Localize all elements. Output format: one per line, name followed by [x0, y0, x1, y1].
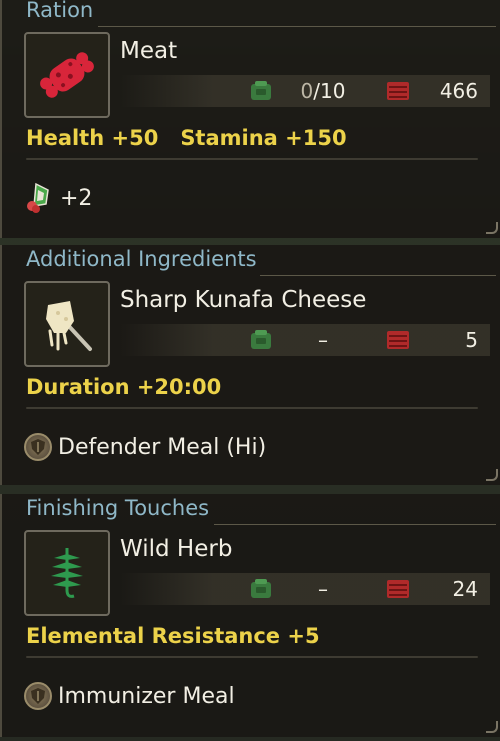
pouch-icon [251, 330, 271, 349]
meat-icon [40, 52, 94, 98]
qty-separator: / [313, 79, 321, 103]
pouch-icon [251, 579, 271, 598]
herb-icon [51, 548, 83, 598]
effect-duration: Duration +20:00 [26, 375, 222, 399]
pouch-icon [251, 81, 271, 100]
item-box-icon [387, 580, 409, 598]
item-icon-frame[interactable] [24, 530, 110, 616]
item-icon-frame[interactable] [24, 32, 110, 118]
item-stat-row: – 24 [120, 573, 490, 605]
cheese-icon [46, 301, 92, 351]
item-box-icon [387, 82, 409, 100]
effect-divider [26, 407, 478, 409]
skill-row: Immunizer Meal [24, 680, 235, 712]
box-stock-count: 24 [452, 577, 478, 601]
item-stat-row: 0/10 466 [120, 75, 490, 107]
bonus-row: +2 [24, 182, 92, 214]
ration-section: Ration Meat 0/10 466 Health +50 Stamina … [0, 0, 500, 238]
shield-icon [24, 682, 52, 710]
box-stock-count: 466 [439, 79, 478, 103]
section-divider [214, 524, 496, 525]
additional-ingredients-section: Additional Ingredients Sharp Kunafa Chee… [0, 245, 500, 485]
effect-list: Health +50 Stamina +150 [26, 126, 369, 150]
box-stock-count: 5 [465, 328, 478, 352]
section-title: Finishing Touches [26, 496, 210, 520]
pouch-quantity: – [318, 577, 328, 601]
item-name: Wild Herb [120, 536, 233, 562]
section-divider [260, 275, 496, 276]
item-box-icon [387, 331, 409, 349]
qty-current: 0 [300, 79, 314, 103]
section-title: Ration [26, 0, 94, 22]
item-stat-row: – 5 [120, 324, 490, 356]
section-divider [98, 26, 496, 27]
pouch-quantity: – [318, 328, 328, 352]
bonus-fruit-icon [27, 182, 49, 213]
skill-text: Immunizer Meal [58, 683, 235, 709]
item-name: Sharp Kunafa Cheese [120, 287, 367, 313]
qty-max: 10 [320, 79, 346, 103]
skill-row: Defender Meal (Hi) [24, 431, 266, 463]
effect-health: Health +50 [26, 126, 159, 150]
shield-icon [24, 433, 52, 461]
effect-elemental-resistance: Elemental Resistance +5 [26, 624, 320, 648]
effect-divider [26, 158, 478, 160]
effect-list: Duration +20:00 [26, 375, 243, 399]
section-title: Additional Ingredients [26, 247, 257, 271]
item-icon-frame[interactable] [24, 281, 110, 367]
pouch-quantity: 0/10 [290, 79, 356, 103]
finishing-touches-section: Finishing Touches Wild Herb – 24 Element… [0, 494, 500, 737]
item-name: Meat [120, 38, 178, 64]
effect-divider [26, 656, 478, 658]
effect-list: Elemental Resistance +5 [26, 624, 342, 648]
bonus-text: +2 [60, 185, 93, 211]
skill-text: Defender Meal (Hi) [58, 434, 267, 460]
effect-stamina: Stamina +150 [180, 126, 347, 150]
